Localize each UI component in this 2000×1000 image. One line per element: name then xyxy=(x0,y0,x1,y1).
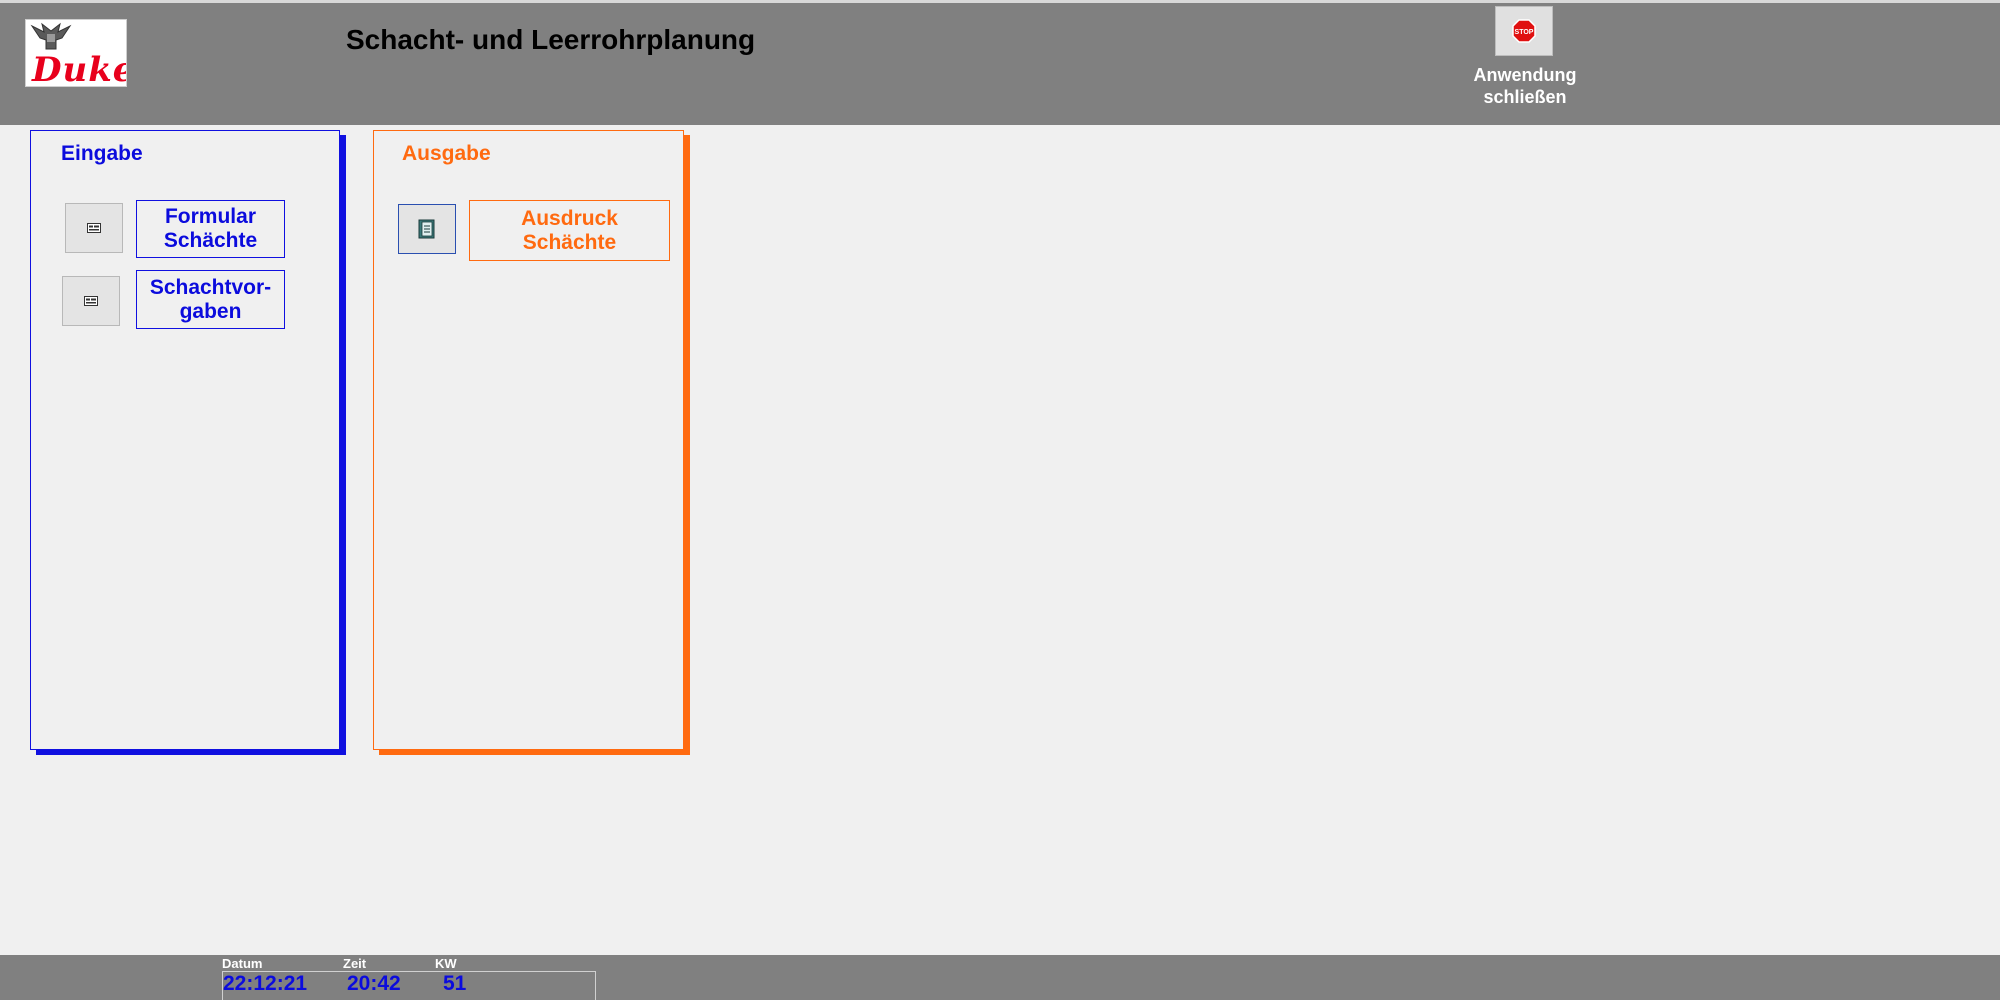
formular-label-line2: Schächte xyxy=(163,229,258,252)
ausgabe-panel: Ausgabe Ausdruck Schächte xyxy=(373,130,684,750)
schachtvorgaben-button[interactable]: Schachtvor- gaben xyxy=(136,270,285,329)
close-label-line1: Anwendung xyxy=(1473,65,1577,85)
header-bar: Duke Schacht- und Leerrohrplanung STOP A… xyxy=(0,3,2000,125)
eingabe-panel: Eingabe Formular Schächte Schachtvor- ga… xyxy=(30,130,340,750)
close-application-label: Anwendung schließen xyxy=(1445,64,1605,108)
form-icon xyxy=(84,296,98,306)
zeit-label: Zeit xyxy=(343,956,367,971)
report-book-icon xyxy=(418,219,435,239)
kw-label: KW xyxy=(435,956,457,971)
ausdruck-label-line2: Schächte xyxy=(522,230,617,254)
logo-text: Duke xyxy=(32,50,127,87)
close-application-button[interactable]: STOP xyxy=(1495,6,1553,56)
stop-icon-text: STOP xyxy=(1515,29,1534,36)
zeit-value: 20:42 xyxy=(347,972,401,995)
status-footer: Datum Zeit KW 22:12:21 20:42 51 xyxy=(0,955,2000,1000)
kw-value: 51 xyxy=(443,972,467,995)
duke-logo: Duke xyxy=(25,19,127,87)
formular-schaechte-icon-button[interactable] xyxy=(65,203,123,253)
ausdruck-schaechte-icon-button[interactable] xyxy=(398,204,456,254)
formular-schaechte-button[interactable]: Formular Schächte xyxy=(136,200,285,258)
eingabe-title: Eingabe xyxy=(61,142,143,165)
ausdruck-label-line1: Ausdruck xyxy=(521,206,618,230)
ausdruck-schaechte-button[interactable]: Ausdruck Schächte xyxy=(469,200,670,261)
close-label-line2: schließen xyxy=(1483,87,1567,107)
lion-emblem-icon xyxy=(30,22,72,50)
stop-sign-icon: STOP xyxy=(1512,19,1536,43)
datum-label: Datum xyxy=(222,956,263,971)
page-title: Schacht- und Leerrohrplanung xyxy=(346,24,756,55)
ausgabe-title: Ausgabe xyxy=(402,142,491,165)
schachtvorgaben-icon-button[interactable] xyxy=(62,276,120,326)
formular-label-line1: Formular xyxy=(164,205,256,228)
form-icon xyxy=(87,223,101,233)
datum-value: 22:12:21 xyxy=(223,972,308,995)
schachtvorgaben-label-line1: Schachtvor- xyxy=(149,275,272,299)
schachtvorgaben-label-line2: gaben xyxy=(179,299,242,323)
